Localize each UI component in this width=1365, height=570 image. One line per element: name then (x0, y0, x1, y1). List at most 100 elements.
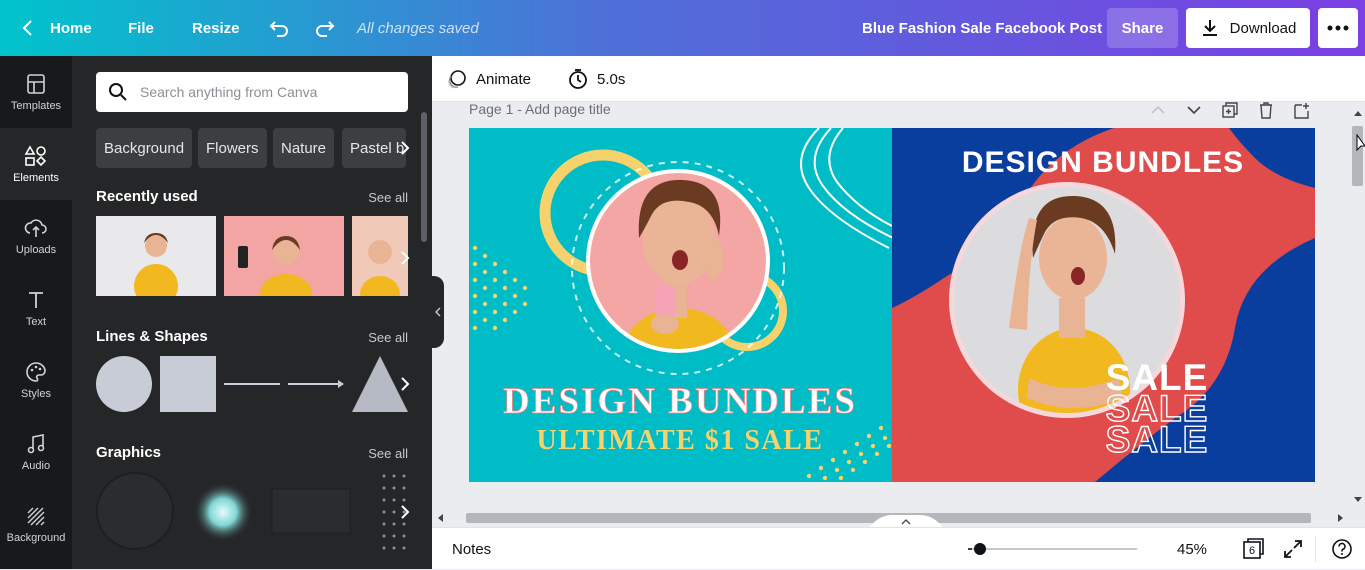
background-icon (27, 507, 45, 525)
section-title-recently-used: Recently used (96, 188, 198, 205)
duration-button[interactable]: 5.0s (567, 56, 625, 102)
animate-label: Animate (476, 70, 532, 88)
right-heading-text: DESIGN BUNDLES (962, 146, 1244, 179)
see-all-lines-shapes[interactable]: See all (368, 330, 408, 345)
rail-item-styles[interactable]: Styles (0, 344, 72, 416)
search-placeholder: Search anything from Canva (140, 84, 318, 100)
file-label: File (128, 19, 154, 37)
chevron-down-icon[interactable] (1184, 101, 1204, 119)
glow-graphic (193, 482, 253, 542)
left-heading-text: DESIGN BUNDLES (503, 381, 857, 422)
zoom-value[interactable]: 45% (1177, 528, 1207, 570)
more-options-button[interactable] (1318, 8, 1358, 48)
design-canvas[interactable]: DESIGN BUNDLES ULTIMATE $1 SALE DESIGN B… (469, 128, 1315, 482)
music-icon (27, 433, 45, 453)
chip-nature[interactable]: Nature (273, 128, 335, 168)
rail-label-background: Background (6, 531, 66, 544)
animate-button[interactable]: Animate (446, 56, 531, 102)
rail-item-uploads[interactable]: Uploads (0, 200, 72, 272)
dark-circle-graphic (96, 472, 174, 550)
collapse-panel-handle[interactable] (432, 276, 444, 348)
rail-item-templates[interactable]: Templates (0, 56, 72, 128)
search-input[interactable]: Search anything from Canva (96, 72, 408, 112)
recent-next-arrow[interactable] (396, 246, 414, 270)
recent-thumb-1[interactable] (96, 216, 216, 296)
undo-button[interactable] (268, 0, 290, 56)
chips-next-arrow[interactable] (396, 136, 414, 160)
chip-flowers[interactable]: Flowers (198, 128, 267, 168)
dark-rect-graphic (271, 488, 351, 534)
document-title[interactable]: Blue Fashion Sale Facebook Post (862, 0, 1102, 56)
page-number-label: Page 1 - (469, 101, 526, 117)
rail-item-elements[interactable]: Elements (0, 128, 72, 200)
expand-icon (1284, 540, 1302, 558)
scroll-right-arrow-icon[interactable] (1338, 514, 1344, 522)
upload-icon (24, 218, 47, 237)
download-button[interactable]: Download (1186, 8, 1310, 48)
templates-icon (27, 73, 45, 94)
home-button[interactable]: Home (18, 0, 92, 56)
woman-phone-photo-image (224, 216, 344, 296)
rail-label-elements: Elements (13, 171, 59, 184)
rail-item-background[interactable]: Background (0, 488, 72, 560)
chevron-left-icon (435, 307, 441, 317)
rail-label-audio: Audio (21, 459, 51, 472)
chevron-right-icon (401, 251, 410, 265)
chevron-right-icon (401, 141, 410, 155)
resize-label: Resize (192, 19, 240, 37)
help-button[interactable] (1330, 537, 1354, 561)
graphics-row (96, 472, 406, 550)
scroll-up-arrow-icon[interactable] (1354, 110, 1362, 116)
chip-background[interactable]: Background (96, 128, 193, 168)
panel-scrollbar[interactable] (421, 112, 427, 242)
notes-button[interactable]: Notes (452, 528, 491, 570)
chevron-left-icon (22, 20, 32, 36)
animate-icon (448, 70, 466, 89)
rail-item-text[interactable]: Text (0, 272, 72, 344)
shapes-next-arrow[interactable] (396, 372, 414, 396)
bottom-bar: Notes 45% 6 (432, 527, 1365, 569)
rail-label-uploads: Uploads (15, 243, 57, 256)
square-shape (160, 356, 216, 412)
side-rail: Templates Elements Uploads Text Styles A… (0, 56, 72, 569)
zoom-slider-knob[interactable] (974, 543, 986, 555)
share-button[interactable]: Share (1107, 8, 1178, 48)
chevron-up-icon[interactable] (1148, 101, 1168, 119)
circle-shape (96, 356, 152, 412)
shapes-row (96, 356, 408, 412)
scroll-left-arrow-icon[interactable] (437, 514, 443, 522)
graphics-next-arrow[interactable] (396, 500, 414, 524)
see-all-graphics[interactable]: See all (368, 446, 408, 461)
more-dots-icon (1327, 25, 1349, 31)
elements-panel: Search anything from Canva Background Fl… (72, 56, 432, 569)
share-label: Share (1121, 19, 1164, 37)
page-count-button[interactable]: 6 (1241, 537, 1265, 561)
rail-label-text: Text (25, 315, 47, 328)
recent-thumb-2[interactable] (224, 216, 344, 296)
redo-icon (316, 21, 335, 37)
rail-item-audio[interactable]: Audio (0, 416, 72, 488)
file-menu-button[interactable]: File (128, 0, 154, 56)
redo-button[interactable] (314, 0, 336, 56)
see-all-recently-used[interactable]: See all (368, 190, 408, 205)
trash-icon[interactable] (1256, 101, 1276, 119)
pages-icon: 6 (1243, 538, 1264, 559)
download-icon (1202, 20, 1217, 36)
fullscreen-button[interactable] (1281, 537, 1305, 561)
palette-icon (26, 361, 46, 382)
top-bar: Home File Resize All changes saved Blue … (0, 0, 1365, 56)
rail-label-styles: Styles (21, 387, 51, 400)
zoom-slider-track[interactable] (972, 548, 1137, 550)
page-count: 6 (1249, 545, 1255, 557)
editor-toolbar: Animate 5.0s (432, 56, 1365, 102)
duplicate-page-icon[interactable] (1220, 101, 1240, 119)
section-title-lines-shapes: Lines & Shapes (96, 328, 208, 345)
help-icon (1332, 539, 1352, 559)
scroll-down-arrow-icon[interactable] (1354, 497, 1362, 503)
resize-button[interactable]: Resize (192, 0, 240, 56)
elements-icon (24, 144, 47, 166)
arrow-head-shape (338, 380, 344, 388)
page-title[interactable]: Page 1 - Add page title (469, 101, 611, 117)
add-page-icon[interactable] (1292, 101, 1312, 119)
woman-photo-image (96, 216, 216, 296)
